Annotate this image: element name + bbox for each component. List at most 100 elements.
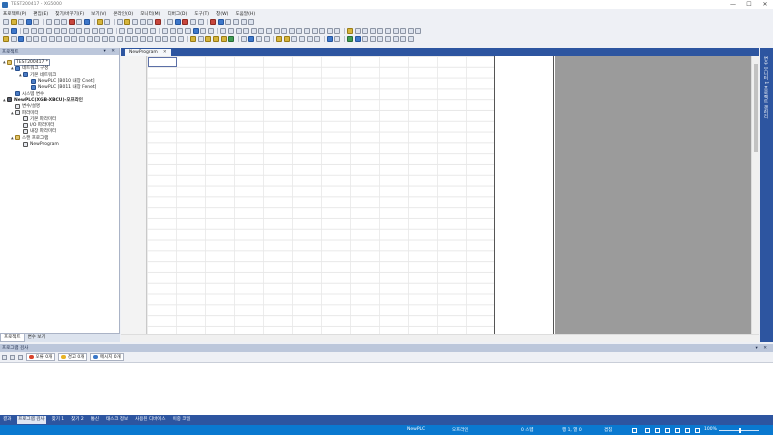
toolbar-button-icon[interactable] [220,36,227,43]
toolbar-button-icon[interactable] [174,19,181,26]
toolbar-button-icon[interactable] [233,19,240,26]
toolbar-button-icon[interactable] [40,36,47,43]
toolbar-button-icon[interactable] [354,27,361,34]
bottom-tab[interactable]: 찾기 1 [51,416,66,424]
toolbar-button-icon[interactable] [197,36,204,43]
toolbar-button-icon[interactable] [124,19,131,26]
toolbar-button-icon[interactable] [303,27,310,34]
toolbar-button-icon[interactable] [33,19,40,26]
toolbar-button-icon[interactable] [169,27,176,34]
bottom-tab[interactable]: 이중 코일 [172,416,192,424]
toolbar-button-icon[interactable] [266,27,272,34]
toolbar-button-icon[interactable] [407,27,414,34]
toolbar-button-icon[interactable] [76,27,83,34]
toolbar-button-icon[interactable] [106,27,113,34]
toolbar-button-icon[interactable] [149,27,156,34]
bottom-tab[interactable]: 프로그램 검사 [17,416,46,424]
toolbar-button-icon[interactable] [68,27,75,34]
toolbar-button-icon[interactable] [334,27,341,34]
toolbar-button-icon[interactable] [116,19,123,26]
view-list-icon[interactable] [655,427,660,433]
toolbar-button-icon[interactable] [147,36,154,43]
toolbar-button-icon[interactable] [101,36,108,43]
toolbar-button-icon[interactable] [273,27,280,34]
toolbar-button-icon[interactable] [61,19,68,26]
toolbar-button-icon[interactable] [369,27,376,34]
toolbar-button-icon[interactable] [326,27,333,34]
toolbar-button-icon[interactable] [76,19,83,26]
toolbar-button-icon[interactable] [354,36,361,43]
menu-item[interactable]: 모니터(M) [140,11,160,17]
toolbar-button-icon[interactable] [53,19,60,26]
toolbar-button-icon[interactable] [346,36,353,43]
toolbar-button-icon[interactable] [400,27,407,34]
toolbar-button-icon[interactable] [91,27,98,34]
toolbar-button-icon[interactable] [296,27,303,34]
toolbar-button-icon[interactable] [213,36,220,43]
horizontal-scrollbar[interactable] [121,334,759,342]
toolbar-button-icon[interactable] [235,27,242,34]
toolbar-button-icon[interactable] [334,36,341,43]
toolbar-button-icon[interactable] [177,27,184,34]
view-sfc-icon[interactable] [685,427,690,433]
toolbar-button-icon[interactable] [3,19,9,26]
toolbar-button-icon[interactable] [250,27,257,34]
toolbar-button-icon[interactable] [256,36,262,43]
toolbar-button-icon[interactable] [228,36,235,43]
toolbar-button-icon[interactable] [182,19,189,26]
toolbar-button-icon[interactable] [225,19,232,26]
copy-icon[interactable] [10,354,15,360]
toolbar-button-icon[interactable] [319,27,326,34]
menu-item[interactable]: 온라인(O) [113,11,133,17]
toolbar-button-icon[interactable] [83,19,90,26]
toolbar-button-icon[interactable] [276,36,283,43]
toolbar-button-icon[interactable] [147,19,154,26]
toolbar-button-icon[interactable] [346,27,353,34]
bottom-tab[interactable]: 통신 [90,416,100,424]
tab-newprogram[interactable]: NewProgram ✕ [125,49,171,56]
zoom-knob[interactable] [739,427,741,433]
toolbar-button-icon[interactable] [384,27,391,34]
toolbar-button-icon[interactable] [78,36,85,43]
toolbar-button-icon[interactable] [18,19,25,26]
close-button[interactable]: ✕ [757,1,773,8]
toolbar-button-icon[interactable] [154,36,161,43]
toolbar-button-icon[interactable] [197,19,204,26]
toolbar-button-icon[interactable] [207,27,214,34]
toolbar-button-icon[interactable] [96,19,103,26]
message-filter-button[interactable]: 메시지 0개 [90,353,124,361]
maximize-button[interactable]: ☐ [741,1,757,8]
minimize-button[interactable]: — [725,1,741,8]
menu-item[interactable]: 보기(V) [91,11,106,17]
toolbar-button-icon[interactable] [326,36,333,43]
toolbar-button-icon[interactable] [3,27,9,34]
toolbar-button-icon[interactable] [104,19,111,26]
menu-item[interactable]: 창(W) [216,11,228,17]
toolbar-button-icon[interactable] [56,36,63,43]
toolbar-button-icon[interactable] [116,36,123,43]
toolbar-button-icon[interactable] [288,27,295,34]
toolbar-button-icon[interactable] [131,19,138,26]
toolbar-button-icon[interactable] [25,19,32,26]
view-st-icon[interactable] [675,427,680,433]
toolbar-button-icon[interactable] [132,36,139,43]
bottom-tab[interactable]: 태스크 정보 [105,416,129,424]
menu-item[interactable]: 편집(E) [33,11,48,17]
right-dock-label[interactable]: 변수 모니터 1 프로젝트 갤러리 [762,56,768,119]
toolbar-button-icon[interactable] [377,36,384,43]
toolbar-button-icon[interactable] [258,27,265,34]
toolbar-button-icon[interactable] [25,36,32,43]
toolbar-button-icon[interactable] [377,27,384,34]
menu-item[interactable]: 디버그(D) [167,11,187,17]
toolbar-button-icon[interactable] [48,36,55,43]
toolbar-button-icon[interactable] [134,27,141,34]
toolbar-button-icon[interactable] [306,36,313,43]
toolbar-button-icon[interactable] [23,27,30,34]
toolbar-button-icon[interactable] [362,36,369,43]
view-il-icon[interactable] [665,427,670,433]
ladder-grid[interactable] [147,56,495,334]
toolbar-button-icon[interactable] [10,19,17,26]
toolbar-button-icon[interactable] [311,27,318,34]
tab-project[interactable]: 프로젝트 [0,334,25,342]
view-fbd-icon[interactable] [695,427,700,433]
